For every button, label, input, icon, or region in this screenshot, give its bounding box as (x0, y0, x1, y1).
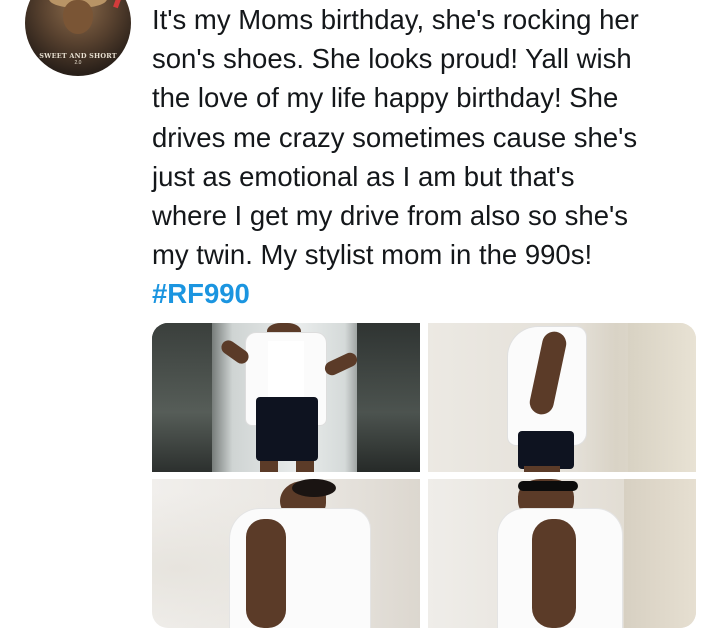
tweet-text: It's my Moms birthday, she's rocking her… (152, 0, 692, 314)
arm (246, 519, 286, 628)
photo-sunglasses[interactable] (428, 479, 696, 628)
hashtag-link[interactable]: #RF990 (152, 274, 692, 313)
shorts (518, 431, 574, 469)
avatar-brand-text: SWEET AND SHORT (39, 52, 117, 60)
left-leg (260, 461, 278, 472)
right-leg (296, 461, 314, 472)
tweet-line: the love of my life happy birthday! She (152, 82, 619, 114)
shorts (256, 397, 318, 461)
tank-top (268, 341, 304, 397)
photo-front-view[interactable] (152, 323, 420, 472)
glass-door-left (152, 323, 212, 472)
glass-door-right (357, 323, 420, 472)
tweet-line: It's my Moms birthday, she's rocking her (152, 4, 639, 35)
media-grid (152, 323, 696, 628)
arm (532, 519, 576, 628)
legs (524, 466, 560, 472)
avatar-accent (113, 0, 124, 9)
sunglasses-icon (518, 481, 578, 491)
tweet-line: just as emotional as I am but that's (152, 160, 575, 192)
tweet-line: where I get my drive from also so she's (152, 200, 628, 232)
photo-side-view[interactable] (428, 323, 696, 472)
wall-panel (624, 479, 696, 628)
avatar-brand-subtext: 2.0 (74, 60, 82, 66)
tweet-line: my twin. My stylist mom in the 990s! (152, 239, 593, 271)
tweet-line: son's shoes. She looks proud! Yall wish (152, 43, 632, 75)
avatar[interactable]: SWEET AND SHORT 2.0 (25, 0, 131, 76)
hair (292, 479, 336, 497)
wall-panel (628, 323, 696, 472)
tweet-line: drives me crazy sometimes cause she's (152, 121, 638, 153)
right-arm (322, 350, 360, 378)
avatar-face (63, 0, 93, 34)
photo-profile-laughing[interactable] (152, 479, 420, 628)
